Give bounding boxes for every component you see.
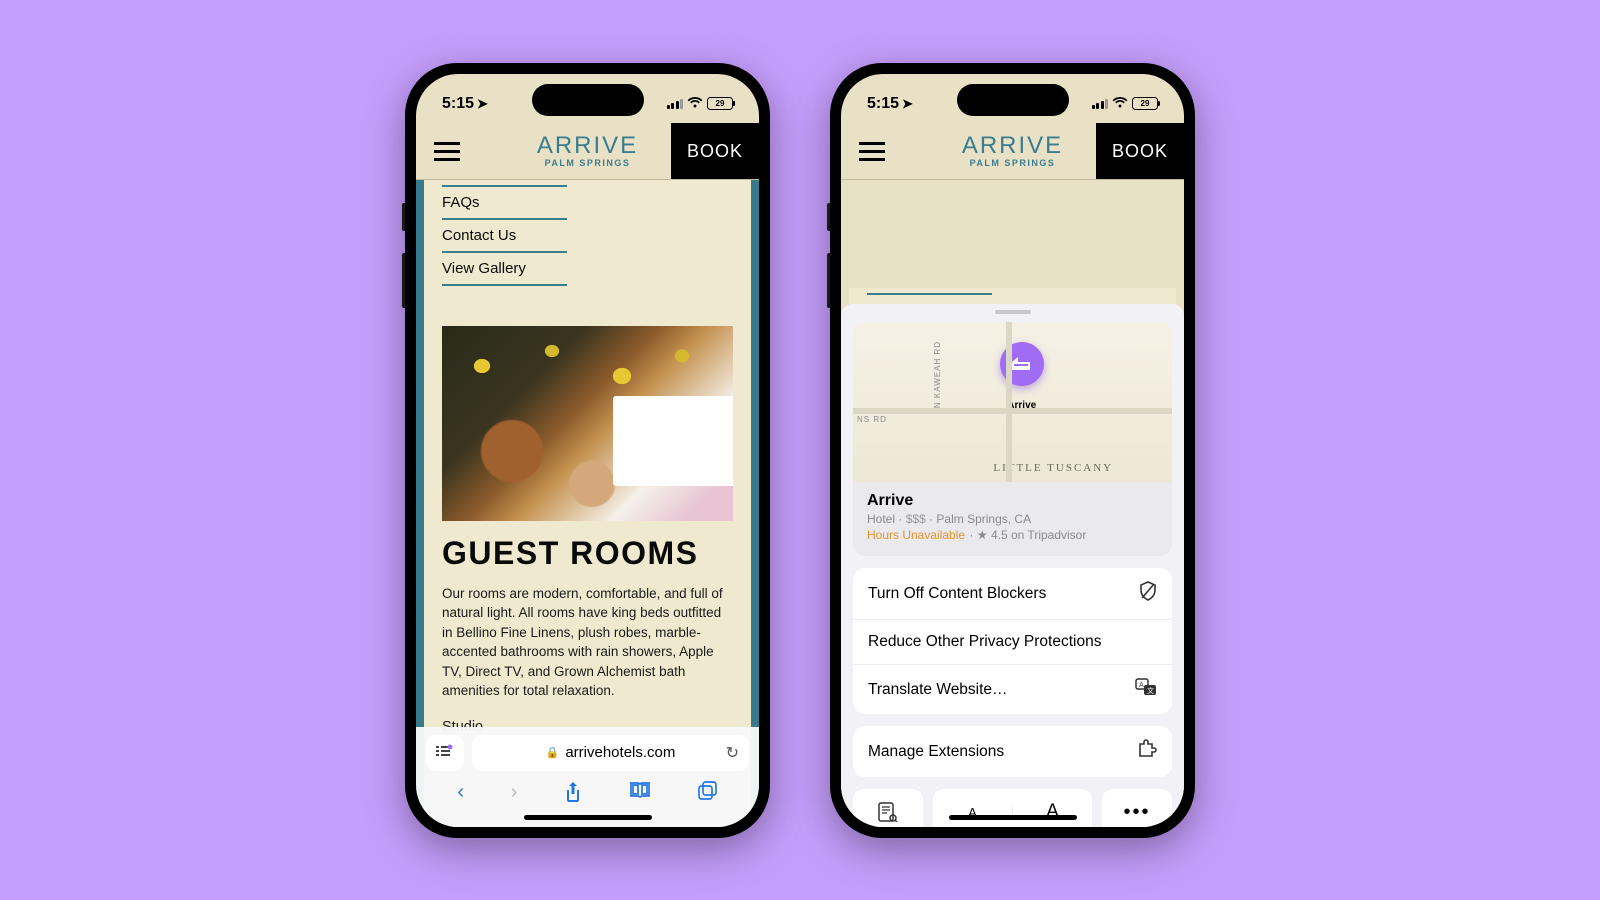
area-label: LITTLE TUSCANY: [993, 462, 1113, 474]
reduce-privacy-protections[interactable]: Reduce Other Privacy Protections: [853, 620, 1172, 665]
brand-logo[interactable]: ARRIVE PALM SPRINGS: [962, 134, 1063, 168]
link-gallery[interactable]: View Gallery: [442, 253, 567, 286]
brand-name: ARRIVE: [537, 134, 638, 158]
book-button[interactable]: BOOK: [671, 123, 759, 179]
price-tier: $$$: [906, 512, 926, 526]
screen: 5:15 ➤ 29 ARRIVE PALM SPRINGS BOOK FAQs: [416, 74, 759, 827]
link-faqs[interactable]: FAQs: [442, 185, 567, 220]
page-settings-sheet: N KAWEAH RD NS RD Arrive LITTLE TUSCANY …: [841, 304, 1184, 827]
cellular-signal-icon: [1092, 99, 1109, 109]
section-body: Our rooms are modern, comfortable, and f…: [442, 584, 733, 701]
safari-toolbar: 🔒 arrivehotels.com ↻ ‹ ›: [416, 727, 759, 827]
place-category: Hotel: [867, 512, 895, 526]
back-button[interactable]: ‹: [457, 781, 464, 809]
reader-mode-button[interactable]: [853, 789, 923, 827]
svg-text:A: A: [1139, 682, 1144, 689]
wifi-icon: [1112, 96, 1128, 112]
location-arrow-icon: ➤: [902, 96, 913, 112]
brand-location: PALM SPRINGS: [537, 158, 638, 168]
menu-button[interactable]: [841, 142, 896, 161]
url-text: arrivehotels.com: [565, 744, 675, 761]
room-image: [442, 326, 733, 521]
clock: 5:15: [442, 95, 474, 113]
dynamic-island: [532, 84, 644, 116]
more-button[interactable]: •••: [1102, 789, 1172, 827]
bookmarks-button[interactable]: [629, 781, 651, 809]
place-name: Arrive: [867, 492, 1158, 510]
pin-label: Arrive: [1000, 400, 1044, 411]
home-indicator[interactable]: [524, 815, 652, 820]
site-header: ARRIVE PALM SPRINGS BOOK: [841, 124, 1184, 180]
menu-button[interactable]: [416, 142, 471, 161]
phone-left: 5:15 ➤ 29 ARRIVE PALM SPRINGS BOOK FAQs: [405, 63, 770, 838]
reload-icon[interactable]: ↻: [726, 743, 739, 763]
menu-group-extensions: Manage Extensions: [853, 726, 1172, 777]
share-button[interactable]: [564, 781, 582, 809]
puzzle-icon: [1137, 739, 1157, 764]
menu-group-privacy: Turn Off Content Blockers Reduce Other P…: [853, 568, 1172, 714]
shield-off-icon: [1139, 581, 1157, 606]
hours-status: Hours Unavailable: [867, 528, 965, 542]
location-arrow-icon: ➤: [477, 96, 488, 112]
place-info: Arrive Hotel · $$$ · Palm Springs, CA Ho…: [853, 482, 1172, 556]
street-label: NS RD: [857, 415, 887, 424]
sheet-handle[interactable]: [995, 310, 1031, 315]
book-button[interactable]: BOOK: [1096, 123, 1184, 179]
place-card[interactable]: N KAWEAH RD NS RD Arrive LITTLE TUSCANY …: [853, 322, 1172, 556]
street-label: N KAWEAH RD: [933, 341, 942, 408]
forward-button: ›: [511, 781, 518, 809]
brand-location: PALM SPRINGS: [962, 158, 1063, 168]
brand-logo[interactable]: ARRIVE PALM SPRINGS: [537, 134, 638, 168]
toggle-content-blockers[interactable]: Turn Off Content Blockers: [853, 568, 1172, 620]
rating-source: on Tripadvisor: [1011, 528, 1086, 542]
section-title: GUEST ROOMS: [442, 535, 733, 572]
dynamic-island: [957, 84, 1069, 116]
map-thumbnail: N KAWEAH RD NS RD Arrive LITTLE TUSCANY: [853, 322, 1172, 482]
address-bar[interactable]: 🔒 arrivehotels.com ↻: [472, 735, 749, 771]
screen: 5:15 ➤ 29 ARRIVE PALM SPRINGS BOOK FAQs: [841, 74, 1184, 827]
page-settings-button[interactable]: [426, 735, 464, 771]
site-header: ARRIVE PALM SPRINGS BOOK: [416, 124, 759, 180]
svg-text:文: 文: [1147, 686, 1154, 695]
phone-right: 5:15 ➤ 29 ARRIVE PALM SPRINGS BOOK FAQs: [830, 63, 1195, 838]
tabs-button[interactable]: [698, 781, 718, 809]
cellular-signal-icon: [667, 99, 684, 109]
safari-nav: ‹ ›: [416, 779, 759, 811]
wifi-icon: [687, 96, 703, 112]
clock: 5:15: [867, 95, 899, 113]
link-contact[interactable]: Contact Us: [442, 220, 567, 253]
manage-extensions[interactable]: Manage Extensions: [853, 726, 1172, 777]
home-indicator[interactable]: [949, 815, 1077, 820]
translate-website[interactable]: Translate Website… A文: [853, 665, 1172, 714]
brand-name: ARRIVE: [962, 134, 1063, 158]
place-location: Palm Springs, CA: [936, 512, 1031, 526]
battery-icon: 29: [1132, 97, 1158, 110]
increase-font-icon[interactable]: A: [1013, 801, 1092, 823]
map-pin-icon: [1000, 342, 1044, 386]
battery-icon: 29: [707, 97, 733, 110]
rating-value: 4.5: [991, 528, 1008, 542]
font-size-control[interactable]: A A: [933, 789, 1092, 827]
lock-icon: 🔒: [546, 746, 560, 759]
translate-icon: A文: [1135, 678, 1157, 701]
